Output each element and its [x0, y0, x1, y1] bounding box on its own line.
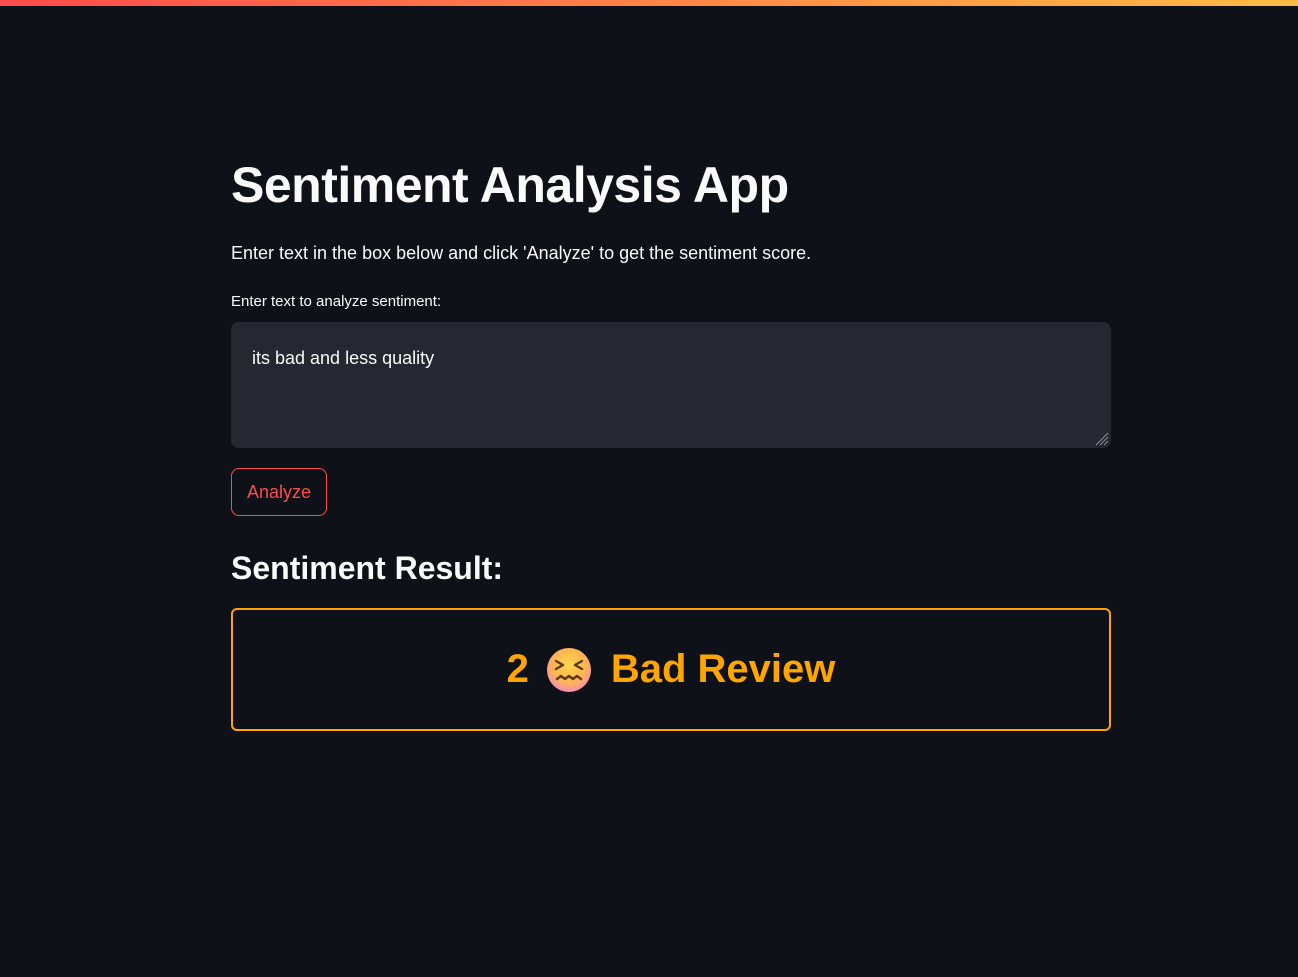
analyze-button[interactable]: Analyze — [231, 468, 327, 516]
sentiment-label: Bad Review — [610, 647, 836, 691]
result-heading: Sentiment Result: — [231, 550, 504, 586]
sentiment-score: 2 — [506, 647, 529, 691]
top-decoration-bar — [0, 0, 1298, 6]
result-box: 2 Bad Review — [231, 608, 1111, 731]
sentiment-text-area-container: its bad and less quality — [231, 322, 1111, 448]
text-input-label: Enter text to analyze sentiment: — [231, 293, 442, 310]
result-line: 2 Bad Review — [506, 646, 836, 694]
sentiment-text-area[interactable]: its bad and less quality — [231, 322, 1111, 448]
page-title: Sentiment Analysis App — [231, 157, 789, 213]
confounded-face-icon — [546, 647, 591, 692]
resize-handle-icon[interactable] — [1093, 430, 1109, 446]
app-description: Enter text in the box below and click 'A… — [231, 243, 812, 263]
